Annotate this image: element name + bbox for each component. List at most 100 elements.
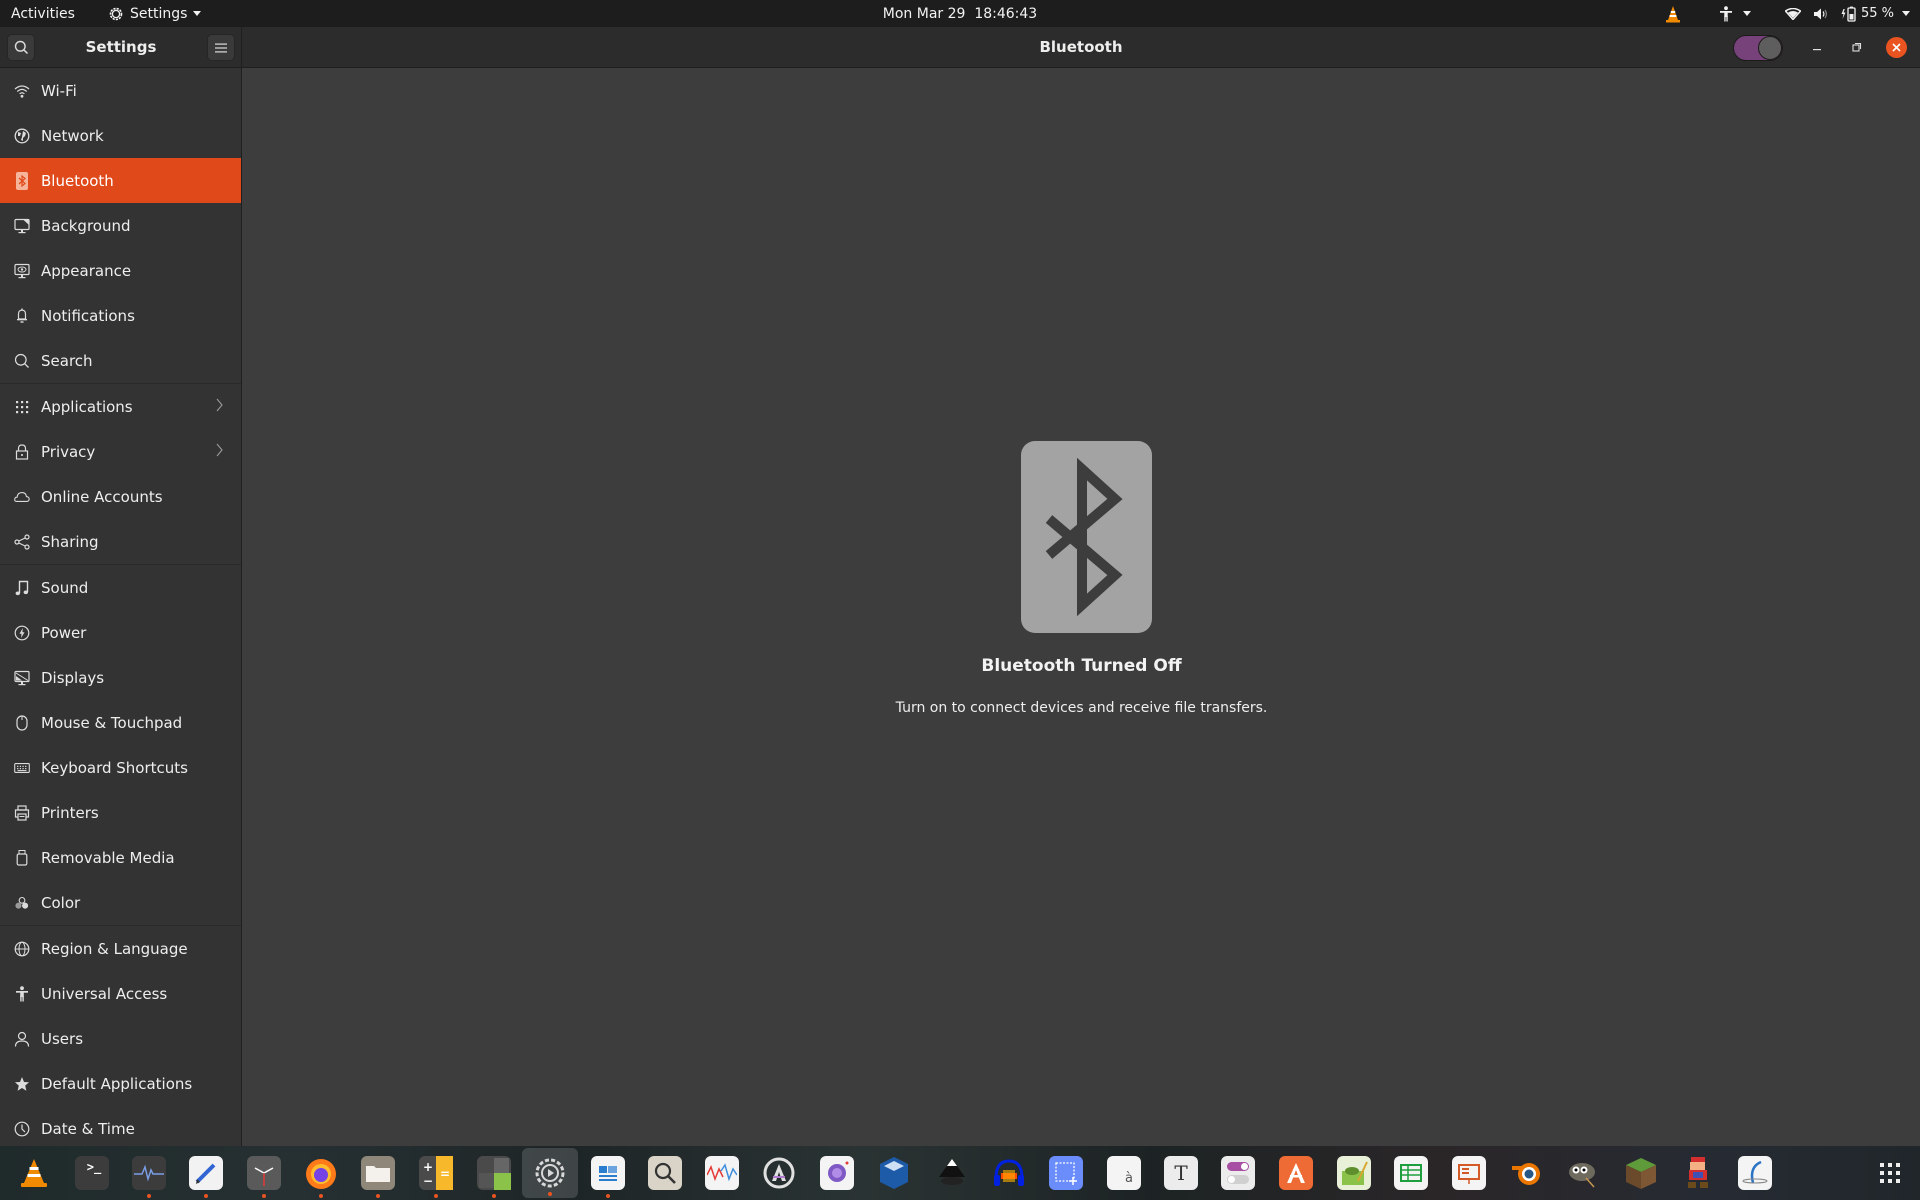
sidebar-item-bluetooth[interactable]: Bluetooth bbox=[0, 158, 241, 203]
battery-charging-icon[interactable] bbox=[1841, 6, 1857, 22]
dock-app-libreoffice-impress[interactable] bbox=[1441, 1146, 1497, 1200]
terminal-icon: >_ bbox=[75, 1156, 109, 1190]
dock-app-calculator[interactable]: + − = bbox=[408, 1146, 464, 1200]
sidebar-item-universal-access[interactable]: Universal Access bbox=[0, 971, 241, 1016]
dock-app-vlc[interactable] bbox=[6, 1146, 62, 1200]
sidebar-item-appearance[interactable]: Appearance bbox=[0, 248, 241, 293]
battery-percentage[interactable]: 55 % bbox=[1861, 6, 1894, 21]
sidebar-header: Settings bbox=[0, 27, 242, 68]
dock-app-sound-recorder[interactable] bbox=[694, 1146, 750, 1200]
accessibility-icon[interactable] bbox=[1719, 5, 1733, 22]
tweaks-icon bbox=[1221, 1156, 1255, 1190]
sidebar-item-search[interactable]: Search bbox=[0, 338, 241, 383]
dock-app-ubuntu-software[interactable] bbox=[1268, 1146, 1324, 1200]
volume-icon[interactable] bbox=[1813, 7, 1829, 21]
top-bar: Activities Settings Mon Mar 29 18:46:43 bbox=[0, 0, 1920, 27]
restore-icon bbox=[1852, 42, 1862, 52]
dock-app-mario-game[interactable] bbox=[1670, 1146, 1726, 1200]
sidebar-item-sharing[interactable]: Sharing bbox=[0, 519, 241, 564]
sidebar-item-label: Bluetooth bbox=[41, 171, 114, 190]
software-updater-icon bbox=[762, 1156, 796, 1190]
dock-app-text-editor[interactable] bbox=[178, 1146, 234, 1200]
apps-grid-icon bbox=[14, 399, 30, 415]
dock-app-image-viewer[interactable] bbox=[637, 1146, 693, 1200]
calculator-icon: + − = bbox=[419, 1156, 453, 1190]
vlc-tray-icon[interactable] bbox=[1665, 5, 1681, 23]
sidebar-item-keyboard-shortcuts[interactable]: Keyboard Shortcuts bbox=[0, 745, 241, 790]
dock-app-clocks[interactable] bbox=[236, 1146, 292, 1200]
sidebar-item-date-and-time[interactable]: Date & Time bbox=[0, 1106, 241, 1146]
image-viewer-icon bbox=[648, 1156, 682, 1190]
wifi-icon[interactable] bbox=[1784, 7, 1801, 20]
bluetooth-icon bbox=[14, 171, 30, 190]
dock-app-libreoffice-calc[interactable] bbox=[1383, 1146, 1439, 1200]
clock-label[interactable]: Mon Mar 29 18:46:43 bbox=[883, 6, 1037, 22]
header-bar: Settings Bluetooth bbox=[0, 27, 1920, 68]
virtualbox-icon bbox=[877, 1156, 911, 1190]
dock-app-terminal[interactable]: >_ bbox=[64, 1146, 120, 1200]
close-button[interactable] bbox=[1886, 37, 1907, 58]
dock-app-inkscape[interactable] bbox=[924, 1146, 980, 1200]
dock-app-blender[interactable] bbox=[1498, 1146, 1554, 1200]
sidebar-item-sound[interactable]: Sound bbox=[0, 564, 241, 610]
system-menu-chevron-icon[interactable] bbox=[1902, 11, 1910, 16]
screenshot-icon bbox=[1049, 1156, 1083, 1190]
dock-app-minecraft[interactable] bbox=[1613, 1146, 1669, 1200]
svg-text:=: = bbox=[440, 1167, 450, 1181]
settings-window: Settings Bluetooth Wi-Fi Network Bluetoo… bbox=[0, 27, 1920, 1146]
bluetooth-toggle-switch[interactable] bbox=[1733, 35, 1783, 61]
sidebar-item-removable-media[interactable]: Removable Media bbox=[0, 835, 241, 880]
dock-app-show-applications[interactable] bbox=[1862, 1146, 1918, 1200]
sidebar-item-region-and-language[interactable]: Region & Language bbox=[0, 925, 241, 971]
sidebar-item-label: Users bbox=[41, 1029, 84, 1048]
accessibility-menu-chevron-icon[interactable] bbox=[1742, 11, 1751, 16]
star-icon bbox=[14, 1076, 30, 1092]
system-tray: 55 % bbox=[1665, 0, 1910, 27]
minimize-button[interactable] bbox=[1806, 36, 1828, 58]
gedit-plugin-icon bbox=[1337, 1156, 1371, 1190]
sidebar-item-default-applications[interactable]: Default Applications bbox=[0, 1061, 241, 1106]
sidebar-item-applications[interactable]: Applications bbox=[0, 383, 241, 429]
sidebar-item-power[interactable]: Power bbox=[0, 610, 241, 655]
app-menu[interactable]: Settings bbox=[108, 0, 202, 27]
dock-app-screenshot[interactable] bbox=[1038, 1146, 1094, 1200]
main-menu-button[interactable] bbox=[207, 34, 235, 61]
dock-app-fonts[interactable]: T bbox=[1153, 1146, 1209, 1200]
sidebar-item-privacy[interactable]: Privacy bbox=[0, 429, 241, 474]
dock-app-gedit-plugin[interactable] bbox=[1326, 1146, 1382, 1200]
dock-app-firefox[interactable] bbox=[293, 1146, 349, 1200]
dock-app-system-monitor[interactable] bbox=[121, 1146, 177, 1200]
switch-knob bbox=[1758, 36, 1782, 60]
dock-app-characters[interactable]: à bbox=[1096, 1146, 1152, 1200]
dock-app-files[interactable] bbox=[350, 1146, 406, 1200]
blender-icon bbox=[1509, 1156, 1543, 1190]
dock-app-tweaks[interactable] bbox=[1210, 1146, 1266, 1200]
dock-app-settings[interactable] bbox=[522, 1148, 578, 1198]
clock-icon bbox=[14, 1121, 30, 1137]
dock-app-gimp[interactable] bbox=[1555, 1146, 1611, 1200]
activities-button[interactable]: Activities bbox=[11, 0, 75, 27]
sidebar-item-background[interactable]: Background bbox=[0, 203, 241, 248]
fonts-icon: T bbox=[1164, 1156, 1198, 1190]
sidebar-item-printers[interactable]: Printers bbox=[0, 790, 241, 835]
dock-app-extensions[interactable] bbox=[466, 1146, 522, 1200]
sidebar-item-wi-fi[interactable]: Wi-Fi bbox=[0, 68, 241, 113]
sidebar-item-label: Privacy bbox=[41, 442, 96, 461]
dock-app-cheese-webcam[interactable] bbox=[809, 1146, 865, 1200]
running-indicator bbox=[204, 1194, 208, 1198]
sidebar-item-mouse-and-touchpad[interactable]: Mouse & Touchpad bbox=[0, 700, 241, 745]
dock-app-software-updater[interactable] bbox=[751, 1146, 807, 1200]
dock-app-virtualbox[interactable] bbox=[866, 1146, 922, 1200]
dock-app-libreoffice-writer[interactable] bbox=[580, 1146, 636, 1200]
sidebar-item-notifications[interactable]: Notifications bbox=[0, 293, 241, 338]
sidebar-item-color[interactable]: Color bbox=[0, 880, 241, 925]
show-applications-icon bbox=[1873, 1156, 1907, 1190]
sidebar-item-online-accounts[interactable]: Online Accounts bbox=[0, 474, 241, 519]
maximize-button[interactable] bbox=[1846, 36, 1868, 58]
sidebar-item-network[interactable]: Network bbox=[0, 113, 241, 158]
sidebar-item-users[interactable]: Users bbox=[0, 1016, 241, 1061]
dock-app-audacity[interactable] bbox=[981, 1146, 1037, 1200]
dock-app-openshot[interactable] bbox=[1727, 1146, 1783, 1200]
libreoffice-writer-icon bbox=[591, 1156, 625, 1190]
sidebar-item-displays[interactable]: Displays bbox=[0, 655, 241, 700]
